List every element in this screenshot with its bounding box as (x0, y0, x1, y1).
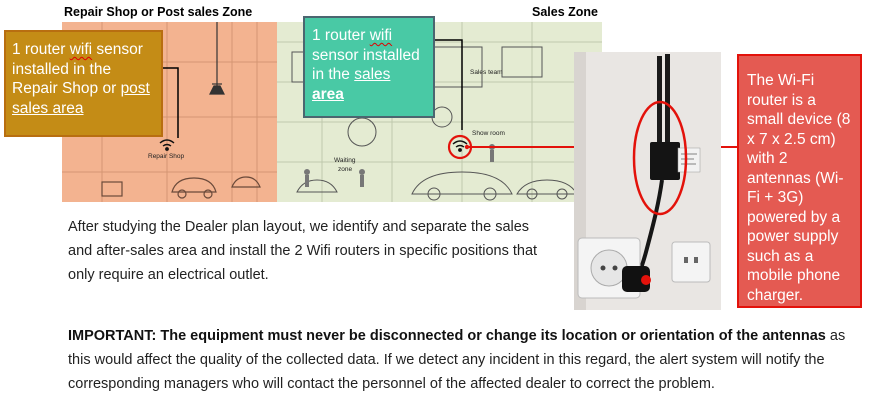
important-bold: IMPORTANT: The equipment must never be d… (68, 328, 826, 344)
sales-callout-text-5: area (312, 85, 344, 103)
router-device-photo (574, 52, 721, 310)
router-device-callout: The Wi-Fi router is a small device (8 x … (737, 54, 862, 308)
repair-router-callout: 1 router wifi sensor installed in the Re… (4, 30, 163, 137)
sales-callout-text-4: sales (354, 66, 391, 83)
important-note: IMPORTANT: The equipment must never be d… (68, 324, 868, 396)
sales-router-callout: 1 router wifi sensor installed in the sa… (303, 16, 435, 118)
sales-callout-text-1: 1 router (312, 27, 370, 44)
device-callout-text: The Wi-Fi router is a small device (8 x … (747, 72, 851, 304)
repair-callout-text-2: wifi (69, 41, 93, 58)
sales-callout-text-2: wifi (369, 27, 393, 44)
body-paragraph: After studying the Dealer plan layout, w… (68, 219, 538, 283)
repair-callout-text-1: 1 router (12, 41, 70, 58)
